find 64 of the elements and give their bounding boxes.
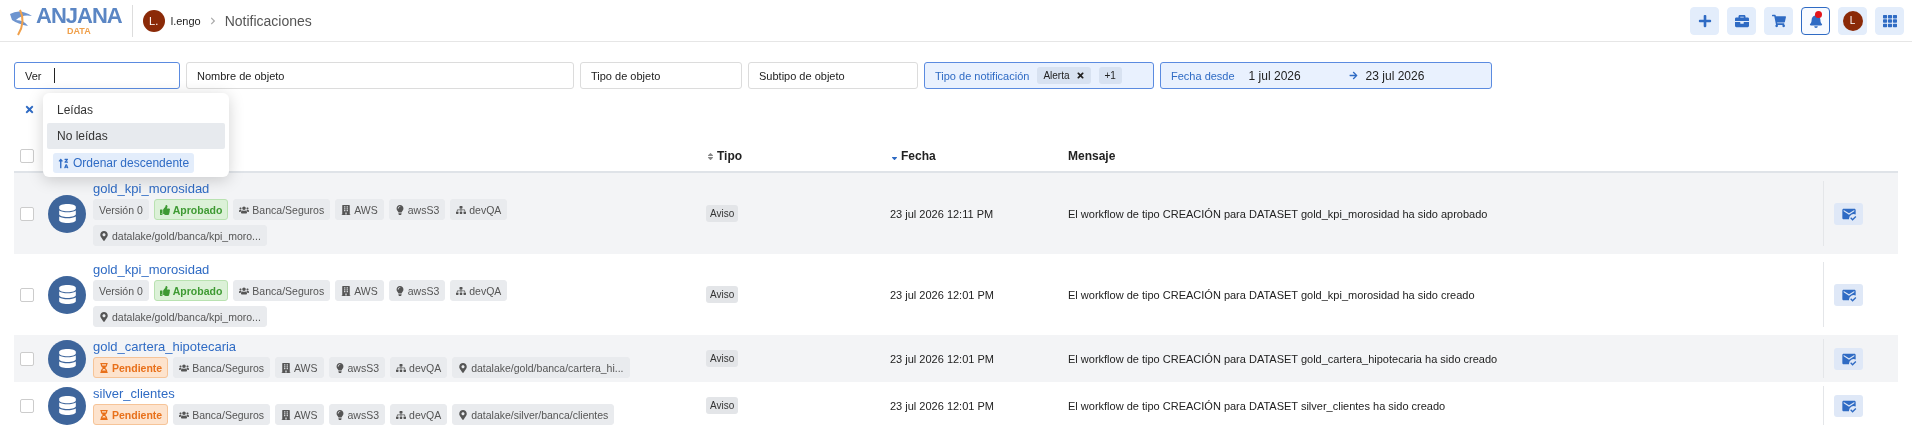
filter-chip[interactable]: Alerta [1037,67,1091,84]
filter-field[interactable]: Subtipo de objeto [748,62,918,89]
status-tag: Pendiente [93,357,169,378]
message-cell-text: El workflow de tipo CREACIÓN para DATASET gold_kpi_morosidad ha sido creado [1068,288,1476,301]
logo-subtitle: DATA [67,27,91,36]
logo-name: ANJANA [36,5,122,27]
user-name[interactable]: l.engo [170,14,201,27]
meta-tag: AWS [335,280,384,301]
meta-tag: devQA [450,199,508,220]
type-tag: Aviso [706,350,739,367]
meta-tag: AWS [275,404,324,425]
type-tag: Aviso [706,286,739,303]
status-tag: Aprobado [153,199,229,220]
user-avatar: L. [142,9,165,32]
meta-tag: Versión 0 [93,280,149,301]
status-tag: Pendiente [93,404,169,425]
object-link[interactable]: silver_clientes [93,386,706,401]
meta-tag: Banca/Seguros [173,357,270,378]
meta-tag: AWS [275,357,324,378]
meta-tag: Versión 0 [93,199,149,220]
date-cell-text: 23 jul 2026 12:01 PM [890,352,995,365]
meta-tag: Banca/Seguros [173,404,270,425]
date-cell-text: 23 jul 2026 12:01 PM [890,399,995,412]
object-link[interactable]: gold_kpi_morosidad [93,262,706,277]
column-header[interactable]: Fecha [890,149,1068,163]
meta-tag: devQA [450,280,508,301]
page-title: Notificaciones [224,12,312,29]
meta-tag: datalake/gold/banca/kpi_moro... [93,225,267,246]
meta-tag: awsS3 [328,357,386,378]
filter-field[interactable]: Nombre de objeto [186,62,574,89]
notification-type-filter[interactable]: Tipo de notificación Alerta +1 [924,62,1154,89]
column-header: Mensaje [1068,149,1117,163]
meta-tag: datalake/gold/banca/cartera_hi... [452,357,630,378]
meta-tag: awsS3 [388,280,446,301]
meta-tag: Banca/Seguros [233,199,331,220]
filter-field[interactable]: Tipo de objeto [580,62,742,89]
date-from: 1 jul 2026 [1248,68,1302,83]
object-link[interactable]: gold_cartera_hipotecaria [93,339,706,354]
column-header[interactable]: Tipo [706,149,890,163]
object-link[interactable]: gold_kpi_morosidad [93,181,706,196]
date-range-filter[interactable]: Fecha desde 1 jul 2026 23 jul 2026 [1160,62,1492,89]
meta-tag: devQA [390,357,448,378]
meta-tag: awsS3 [328,404,386,425]
more-chip[interactable]: +1 [1098,67,1122,84]
date-cell-text: 23 jul 2026 12:11 PM [890,207,995,220]
meta-tag: Banca/Seguros [233,280,331,301]
view-select[interactable]: Ver [14,62,180,89]
message-cell-text: El workflow de tipo CREACIÓN para DATASET silver_clientes ha sido creado [1068,399,1447,412]
meta-tag: datalake/gold/banca/kpi_moro... [93,306,267,327]
message-cell-text: El workflow de tipo CREACIÓN para DATASET gold_cartera_hipotecaria ha sido creado [1068,352,1499,365]
type-tag: Aviso [706,397,739,414]
dropdown-option[interactable]: Leídas [47,97,225,123]
message-cell-text: El workflow de tipo CREACIÓN para DATASET gold_kpi_morosidad ha sido aprobado [1068,207,1489,220]
anjana-logo[interactable]: ANJANA DATA [8,4,133,37]
status-tag: Aprobado [153,280,229,301]
date-cell-text: 23 jul 2026 12:01 PM [890,288,995,301]
sort-descending-button[interactable]: Ordenar descendente [53,153,195,173]
meta-tag: devQA [390,404,448,425]
meta-tag: datalake/silver/banca/clientes [452,404,615,425]
dropdown-option[interactable]: No leídas [47,123,225,149]
date-to: 23 jul 2026 [1365,68,1425,83]
meta-tag: AWS [335,199,384,220]
type-tag: Aviso [706,205,739,222]
meta-tag: awsS3 [388,199,446,220]
